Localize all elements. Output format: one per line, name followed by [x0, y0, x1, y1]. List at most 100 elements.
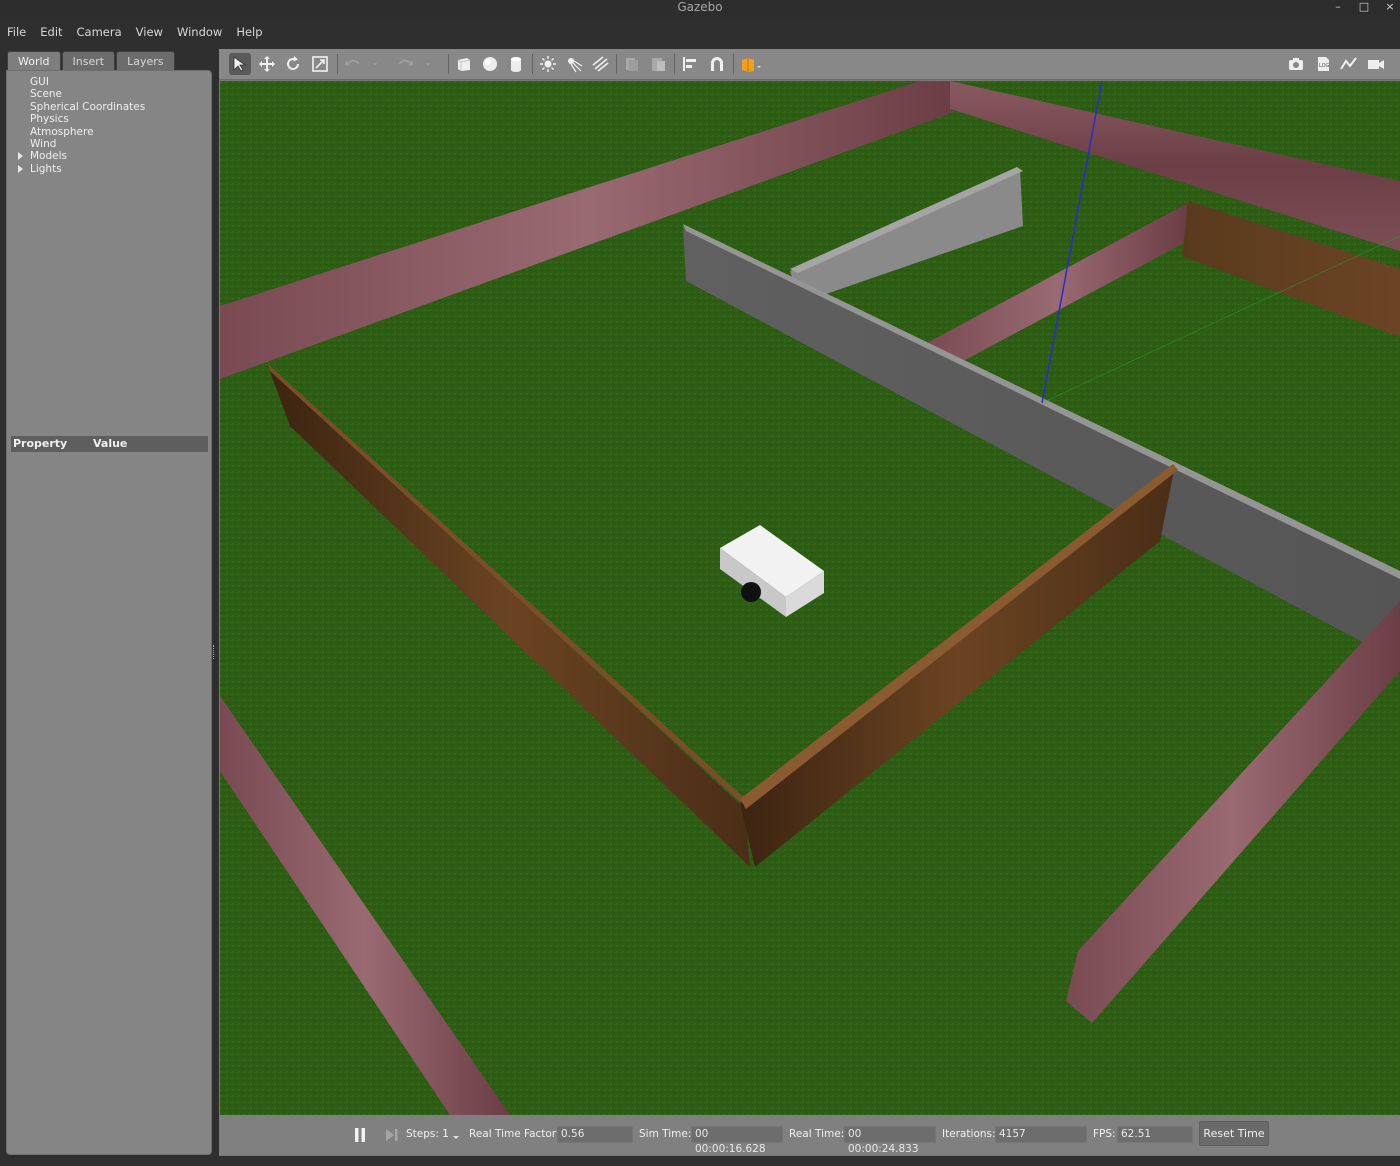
real-time-factor-label: Real Time Factor: — [469, 1128, 560, 1140]
menu-bar: File Edit Camera View Window Help — [0, 22, 263, 42]
title-bar: Gazebo – □ × — [0, 0, 1400, 20]
select-mode-button[interactable] — [229, 53, 251, 75]
toolbar-separator — [674, 54, 675, 74]
directional-light-button[interactable] — [589, 53, 611, 75]
paste-icon — [652, 58, 665, 71]
tree-item-label: Scene — [30, 88, 63, 101]
menu-help[interactable]: Help — [236, 22, 262, 42]
spot-light-button[interactable] — [563, 53, 585, 75]
move-icon — [259, 56, 275, 72]
step-forward-icon — [386, 1129, 398, 1141]
world-tree: GUI Scene Spherical Coordinates Physics … — [13, 76, 145, 175]
chevron-down-icon — [372, 63, 378, 66]
magnet-icon — [711, 57, 723, 71]
directional-light-icon — [592, 56, 609, 72]
real-time-factor-field: 0.56 — [557, 1126, 633, 1143]
tree-item-label: Atmosphere — [30, 125, 94, 138]
real-time-field: 00 00:00:24.833 — [844, 1126, 936, 1155]
box-icon — [457, 58, 471, 71]
left-panel: World Insert Layers GUI Scene Spherical … — [5, 49, 216, 1155]
step-button[interactable] — [384, 1127, 400, 1143]
value-column-header: Value — [93, 437, 128, 450]
screenshot-button[interactable] — [1285, 53, 1307, 75]
pause-icon — [355, 1128, 365, 1142]
rotate-icon — [287, 56, 299, 70]
snap-button[interactable] — [706, 53, 728, 75]
tree-item-label: GUI — [30, 76, 49, 88]
plot-button[interactable] — [1338, 53, 1360, 75]
log-icon: LOG — [1318, 57, 1330, 71]
translate-mode-button[interactable] — [256, 53, 278, 75]
tree-item-label: Wind — [30, 137, 57, 150]
expand-arrow-icon[interactable] — [18, 152, 23, 161]
point-light-button[interactable] — [537, 53, 559, 75]
scale-icon — [312, 56, 328, 72]
menu-edit[interactable]: Edit — [40, 22, 62, 42]
tree-item-wind[interactable]: Wind — [13, 138, 145, 150]
copy-button[interactable] — [621, 53, 643, 75]
svg-text:LOG: LOG — [1319, 63, 1330, 69]
tree-item-lights[interactable]: Lights — [13, 163, 145, 175]
box-shape-button[interactable] — [453, 53, 475, 75]
chevron-down-icon[interactable] — [452, 1133, 460, 1141]
view-angle-icon — [742, 58, 761, 72]
fps-label: FPS: — [1093, 1128, 1116, 1140]
tree-item-spherical-coordinates[interactable]: Spherical Coordinates — [13, 101, 145, 113]
log-button[interactable]: LOG — [1312, 53, 1334, 75]
tree-item-scene[interactable]: Scene — [13, 88, 145, 100]
tree-item-models[interactable]: Models — [13, 150, 145, 162]
menu-camera[interactable]: Camera — [77, 22, 122, 42]
tree-item-label: Spherical Coordinates — [30, 100, 146, 113]
undo-dropdown[interactable] — [369, 53, 381, 75]
property-table-header: Property Value — [11, 436, 208, 452]
undo-button[interactable] — [342, 53, 364, 75]
toolbar: LOG — [219, 49, 1400, 80]
3d-viewport[interactable] — [220, 81, 1400, 1115]
video-camera-icon — [1368, 60, 1384, 69]
steps-value[interactable]: 1 — [442, 1127, 449, 1140]
toolbar-separator — [337, 54, 338, 74]
menu-window[interactable]: Window — [177, 22, 222, 42]
reset-time-button[interactable]: Reset Time — [1199, 1121, 1269, 1146]
arrow-cursor-icon — [233, 56, 247, 72]
tree-item-label: Models — [30, 150, 67, 163]
paste-button[interactable] — [647, 53, 669, 75]
expand-arrow-icon[interactable] — [18, 164, 23, 173]
sphere-icon — [483, 57, 497, 71]
sim-time-field: 00 00:00:16.628 — [691, 1126, 783, 1155]
redo-button[interactable] — [394, 53, 416, 75]
tab-insert[interactable]: Insert — [61, 51, 116, 70]
scene-render[interactable] — [220, 81, 1400, 1115]
maximize-button[interactable]: □ — [1358, 0, 1370, 14]
iterations-label: Iterations: — [942, 1128, 996, 1140]
sphere-shape-button[interactable] — [479, 53, 501, 75]
tree-item-label: Physics — [30, 113, 69, 126]
menu-view[interactable]: View — [136, 22, 163, 42]
video-record-button[interactable] — [1365, 53, 1387, 75]
cylinder-shape-button[interactable] — [505, 53, 527, 75]
toolbar-separator — [733, 54, 734, 74]
rotate-mode-button[interactable] — [282, 53, 304, 75]
scale-mode-button[interactable] — [309, 53, 331, 75]
tab-layers[interactable]: Layers — [116, 51, 175, 70]
tree-item-physics[interactable]: Physics — [13, 113, 145, 125]
camera-icon — [1289, 58, 1303, 70]
change-view-button[interactable] — [738, 53, 766, 75]
pause-button[interactable] — [353, 1127, 367, 1143]
steps-label: Steps: — [406, 1128, 439, 1140]
close-button[interactable]: × — [1384, 0, 1396, 14]
cylinder-icon — [511, 57, 521, 72]
redo-dropdown[interactable] — [422, 53, 434, 75]
main-panel: LOG Steps: 1 Real Time Factor: 0.56 Sim … — [219, 49, 1400, 1156]
minimize-button[interactable]: – — [1332, 0, 1344, 14]
tree-item-label: Lights — [30, 162, 62, 175]
menu-file[interactable]: File — [7, 22, 26, 42]
panel-splitter-handle[interactable] — [213, 645, 216, 659]
tab-world[interactable]: World — [7, 51, 61, 70]
align-button[interactable] — [679, 53, 701, 75]
tree-item-atmosphere[interactable]: Atmosphere — [13, 126, 145, 138]
window-title: Gazebo — [677, 0, 723, 14]
tree-item-gui[interactable]: GUI — [13, 76, 145, 88]
toolbar-separator — [532, 54, 533, 74]
status-bar: Steps: 1 Real Time Factor: 0.56 Sim Time… — [219, 1115, 1400, 1155]
